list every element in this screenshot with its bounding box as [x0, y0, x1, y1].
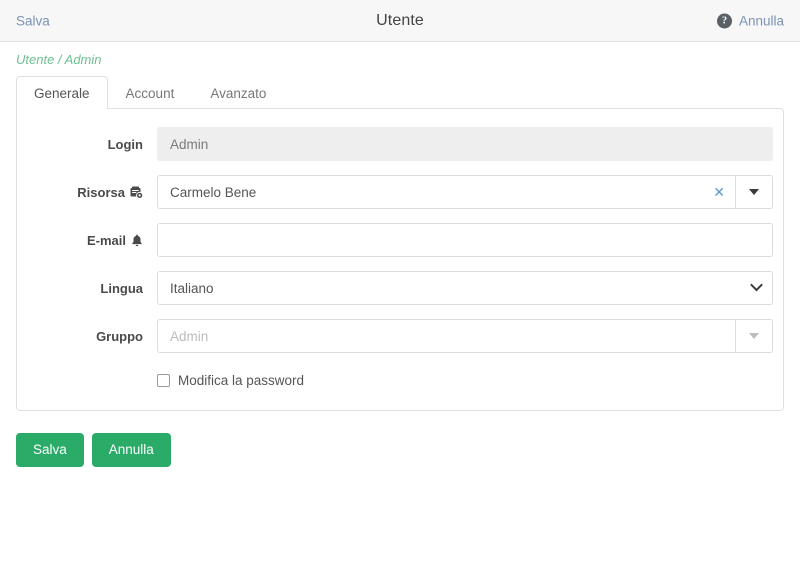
footer-actions: Salva Annulla — [0, 411, 800, 467]
header-save-action[interactable]: Salva — [16, 13, 50, 28]
caret-down-icon — [749, 189, 759, 195]
cancel-button[interactable]: Annulla — [91, 433, 171, 467]
form-panel: Login Admin Risorsa Carmelo Bene ✕ E-mai… — [16, 108, 784, 411]
resource-badge-icon — [130, 186, 143, 199]
risorsa-input[interactable]: Carmelo Bene ✕ — [157, 175, 735, 209]
login-control: Admin — [157, 127, 773, 161]
tab-account[interactable]: Account — [108, 76, 193, 109]
email-control — [157, 223, 773, 257]
risorsa-value: Carmelo Bene — [170, 184, 257, 200]
gruppo-value: Admin — [170, 328, 209, 344]
header-right-actions: ? Annulla — [716, 13, 784, 28]
gruppo-input[interactable]: Admin — [157, 319, 735, 353]
field-row-modifica-password: Modifica la password — [27, 373, 773, 388]
tab-bar: Generale Account Avanzato — [0, 76, 800, 109]
tab-generale[interactable]: Generale — [16, 76, 108, 109]
gruppo-combo: Admin — [157, 319, 773, 353]
risorsa-combo: Carmelo Bene ✕ — [157, 175, 773, 209]
risorsa-label: Risorsa — [27, 185, 157, 200]
field-row-risorsa: Risorsa Carmelo Bene ✕ — [27, 175, 773, 209]
header-cancel-link[interactable]: Annulla — [739, 13, 784, 28]
save-button[interactable]: Salva — [16, 433, 84, 467]
tab-avanzato[interactable]: Avanzato — [192, 76, 284, 109]
risorsa-dropdown-button[interactable] — [735, 175, 773, 209]
risorsa-label-text: Risorsa — [77, 184, 125, 200]
bell-icon — [131, 234, 143, 247]
lingua-select-wrap: Italiano — [157, 271, 773, 305]
lingua-label: Lingua — [100, 280, 143, 296]
modifica-password-label[interactable]: Modifica la password — [178, 373, 304, 388]
field-row-gruppo: Gruppo Admin — [27, 319, 773, 353]
gruppo-dropdown-button[interactable] — [735, 319, 773, 353]
modifica-password-checkbox[interactable] — [157, 374, 170, 387]
field-row-login: Login Admin — [27, 127, 773, 161]
page-title: Utente — [376, 11, 424, 29]
gruppo-control: Admin — [157, 319, 773, 353]
email-label-text: E-mail — [86, 232, 126, 248]
field-row-email: E-mail — [27, 223, 773, 257]
lingua-select[interactable]: Italiano — [157, 271, 773, 305]
gruppo-label: Gruppo — [96, 328, 143, 344]
caret-down-icon — [749, 333, 759, 339]
field-row-lingua: Lingua Italiano — [27, 271, 773, 305]
breadcrumb[interactable]: Utente / Admin — [0, 42, 800, 76]
clear-icon[interactable]: ✕ — [713, 185, 725, 199]
app-header: Salva Utente ? Annulla — [0, 0, 800, 42]
email-label: E-mail — [27, 233, 157, 248]
help-icon[interactable]: ? — [716, 13, 732, 28]
login-label: Login — [107, 136, 143, 152]
header-save-link[interactable]: Salva — [16, 13, 50, 28]
risorsa-control: Carmelo Bene ✕ — [157, 175, 773, 209]
email-input[interactable] — [157, 223, 773, 257]
lingua-control: Italiano — [157, 271, 773, 305]
login-input: Admin — [157, 127, 773, 161]
